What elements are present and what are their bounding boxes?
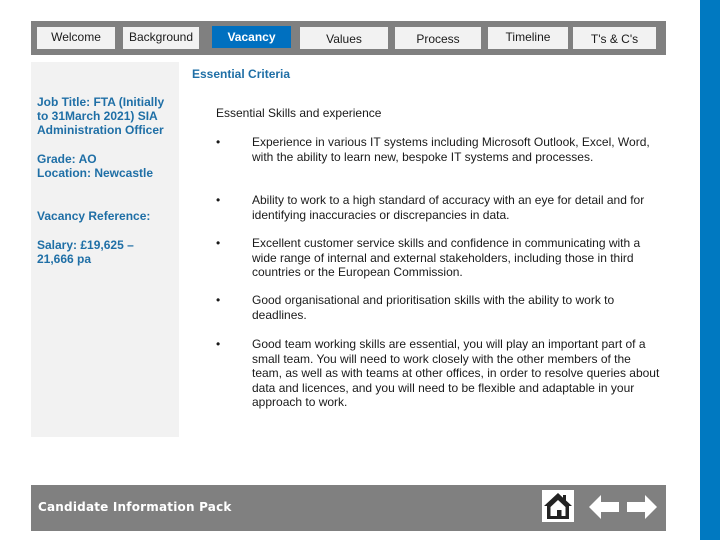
home-button[interactable]: [542, 490, 574, 522]
right-accent-stripe: [700, 0, 720, 540]
list-item-text: Good team working skills are essential, …: [252, 337, 660, 409]
list-item-text: Experience in various IT systems includi…: [252, 135, 650, 164]
tab-process[interactable]: Process: [395, 27, 481, 49]
tab-vacancy[interactable]: Vacancy: [212, 26, 291, 48]
salary: Salary: £19,625 – 21,666 pa: [37, 238, 134, 266]
job-summary-panel: Job Title: FTA (Initially to 31March 202…: [31, 62, 179, 437]
arrow-left-icon: [589, 495, 619, 519]
bullet-icon: •: [216, 337, 221, 351]
tab-terms[interactable]: T's & C's: [573, 27, 656, 49]
footer-bar: Candidate Information Pack: [31, 485, 666, 531]
list-item-text: Excellent customer service skills and co…: [252, 236, 641, 279]
home-icon: [544, 493, 572, 519]
tab-background[interactable]: Background: [123, 27, 199, 49]
list-item-text: Ability to work to a high standard of ac…: [252, 193, 645, 222]
subheading: Essential Skills and experience: [216, 106, 382, 120]
bullet-icon: •: [216, 193, 221, 207]
arrow-right-icon: [627, 495, 657, 519]
nav-bar: Welcome Background Vacancy Values Proces…: [31, 21, 666, 55]
bullet-icon: •: [216, 293, 221, 307]
tab-timeline[interactable]: Timeline: [488, 27, 568, 49]
location: Location: Newcastle: [37, 166, 154, 180]
tab-welcome[interactable]: Welcome: [37, 27, 115, 49]
next-button[interactable]: [626, 493, 658, 521]
list-item-text: Good organisational and prioritisation s…: [252, 293, 615, 322]
footer-title: Candidate Information Pack: [38, 500, 232, 514]
job-title: Job Title: FTA (Initially to 31March 202…: [37, 95, 165, 137]
grade: Grade: AO: [37, 152, 97, 166]
back-button[interactable]: [588, 493, 620, 521]
tab-values[interactable]: Values: [300, 27, 388, 49]
section-title: Essential Criteria: [192, 67, 291, 81]
bullet-icon: •: [216, 135, 221, 149]
vacancy-reference: Vacancy Reference:: [37, 209, 151, 223]
bullet-icon: •: [216, 236, 221, 250]
